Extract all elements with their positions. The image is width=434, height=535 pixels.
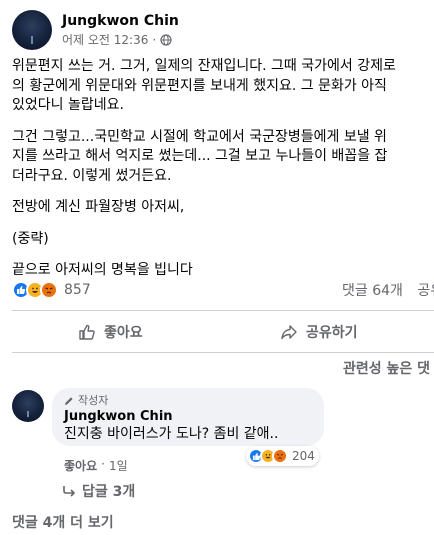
- author-name[interactable]: Jungkwon Chin: [62, 12, 179, 30]
- thumbs-up-icon: [79, 324, 95, 340]
- post-paragraph: 전방에 계신 파월장병 아저씨,: [12, 199, 185, 215]
- comment-text: 진지충 바이러스가 도나? 좀비 같애..: [64, 426, 279, 442]
- like-button[interactable]: 좋아요: [78, 317, 143, 347]
- comment-age[interactable]: 1일: [109, 457, 128, 474]
- like-button-label: 좋아요: [104, 325, 143, 341]
- comment-count[interactable]: 댓글 64개 공유: [342, 280, 434, 300]
- globe-icon: [160, 34, 172, 46]
- author-badge-label: 작성자: [78, 394, 109, 407]
- comment-like-link[interactable]: 좋아요: [64, 457, 97, 474]
- reactions-summary: 857 댓글 64개 공유: [12, 279, 434, 301]
- view-replies-link[interactable]: 답글 3개: [62, 481, 135, 501]
- comment-count-label[interactable]: 댓글 64개: [342, 283, 403, 299]
- comment-bubble: 작성자 Jungkwon Chin 진지충 바이러스가 도나? 좀비 같애..: [52, 388, 324, 446]
- comment-reaction-count: 204: [292, 449, 315, 463]
- author-avatar[interactable]: [12, 10, 52, 50]
- divider: [12, 310, 434, 311]
- post-timestamp[interactable]: 어제 오전 12:36: [62, 32, 148, 48]
- view-more-comments-link[interactable]: 댓글 4개 더 보기: [12, 512, 114, 532]
- angry-reaction-icon: [40, 281, 58, 299]
- replies-label: 답글 3개: [82, 484, 136, 500]
- post-meta: 어제 오전 12:36 ·: [62, 32, 179, 48]
- pencil-icon: [65, 396, 73, 405]
- post-paragraph: (중략): [12, 230, 49, 247]
- comment-reactions[interactable]: 204: [246, 446, 319, 466]
- post-body: 위문편지 쓰는 거. 그거, 일제의 잔재입니다. 그때 국가에서 강제로 의 …: [12, 57, 434, 293]
- angry-reaction-icon: [272, 448, 288, 464]
- commenter-avatar[interactable]: [12, 390, 44, 422]
- comment-author[interactable]: Jungkwon Chin: [64, 409, 312, 425]
- reaction-icons[interactable]: [12, 281, 58, 299]
- comment-actions: 좋아요 · 1일: [64, 457, 128, 474]
- share-count[interactable]: 공유: [417, 283, 434, 299]
- author-badge: 작성자: [64, 394, 312, 407]
- post-paragraph: 위문편지 쓰는 거. 그거, 일제의 잔재입니다. 그때 국가에서 강제로 의 …: [12, 58, 396, 113]
- share-button-label: 공유하기: [306, 325, 358, 341]
- post-paragraph: 끝으로 아저씨의 명복을 빕니다: [12, 262, 193, 278]
- comment-actions-separator: ·: [101, 457, 105, 471]
- header-text: Jungkwon Chin 어제 오전 12:36 ·: [62, 12, 179, 48]
- post-paragraph: 그건 그렇고...국민학교 시절에 학교에서 국군장병들에게 보낼 위 지를 쓰…: [12, 128, 388, 184]
- share-button[interactable]: 공유하기: [280, 317, 358, 347]
- share-arrow-icon: [281, 325, 297, 340]
- reply-arrow-icon: [63, 486, 76, 497]
- divider: [12, 352, 434, 353]
- post-header: Jungkwon Chin 어제 오전 12:36 ·: [12, 8, 179, 52]
- comment-sort-dropdown[interactable]: 관련성 높은 댓: [343, 358, 430, 378]
- meta-separator: ·: [152, 33, 157, 47]
- reaction-count[interactable]: 857: [64, 282, 91, 298]
